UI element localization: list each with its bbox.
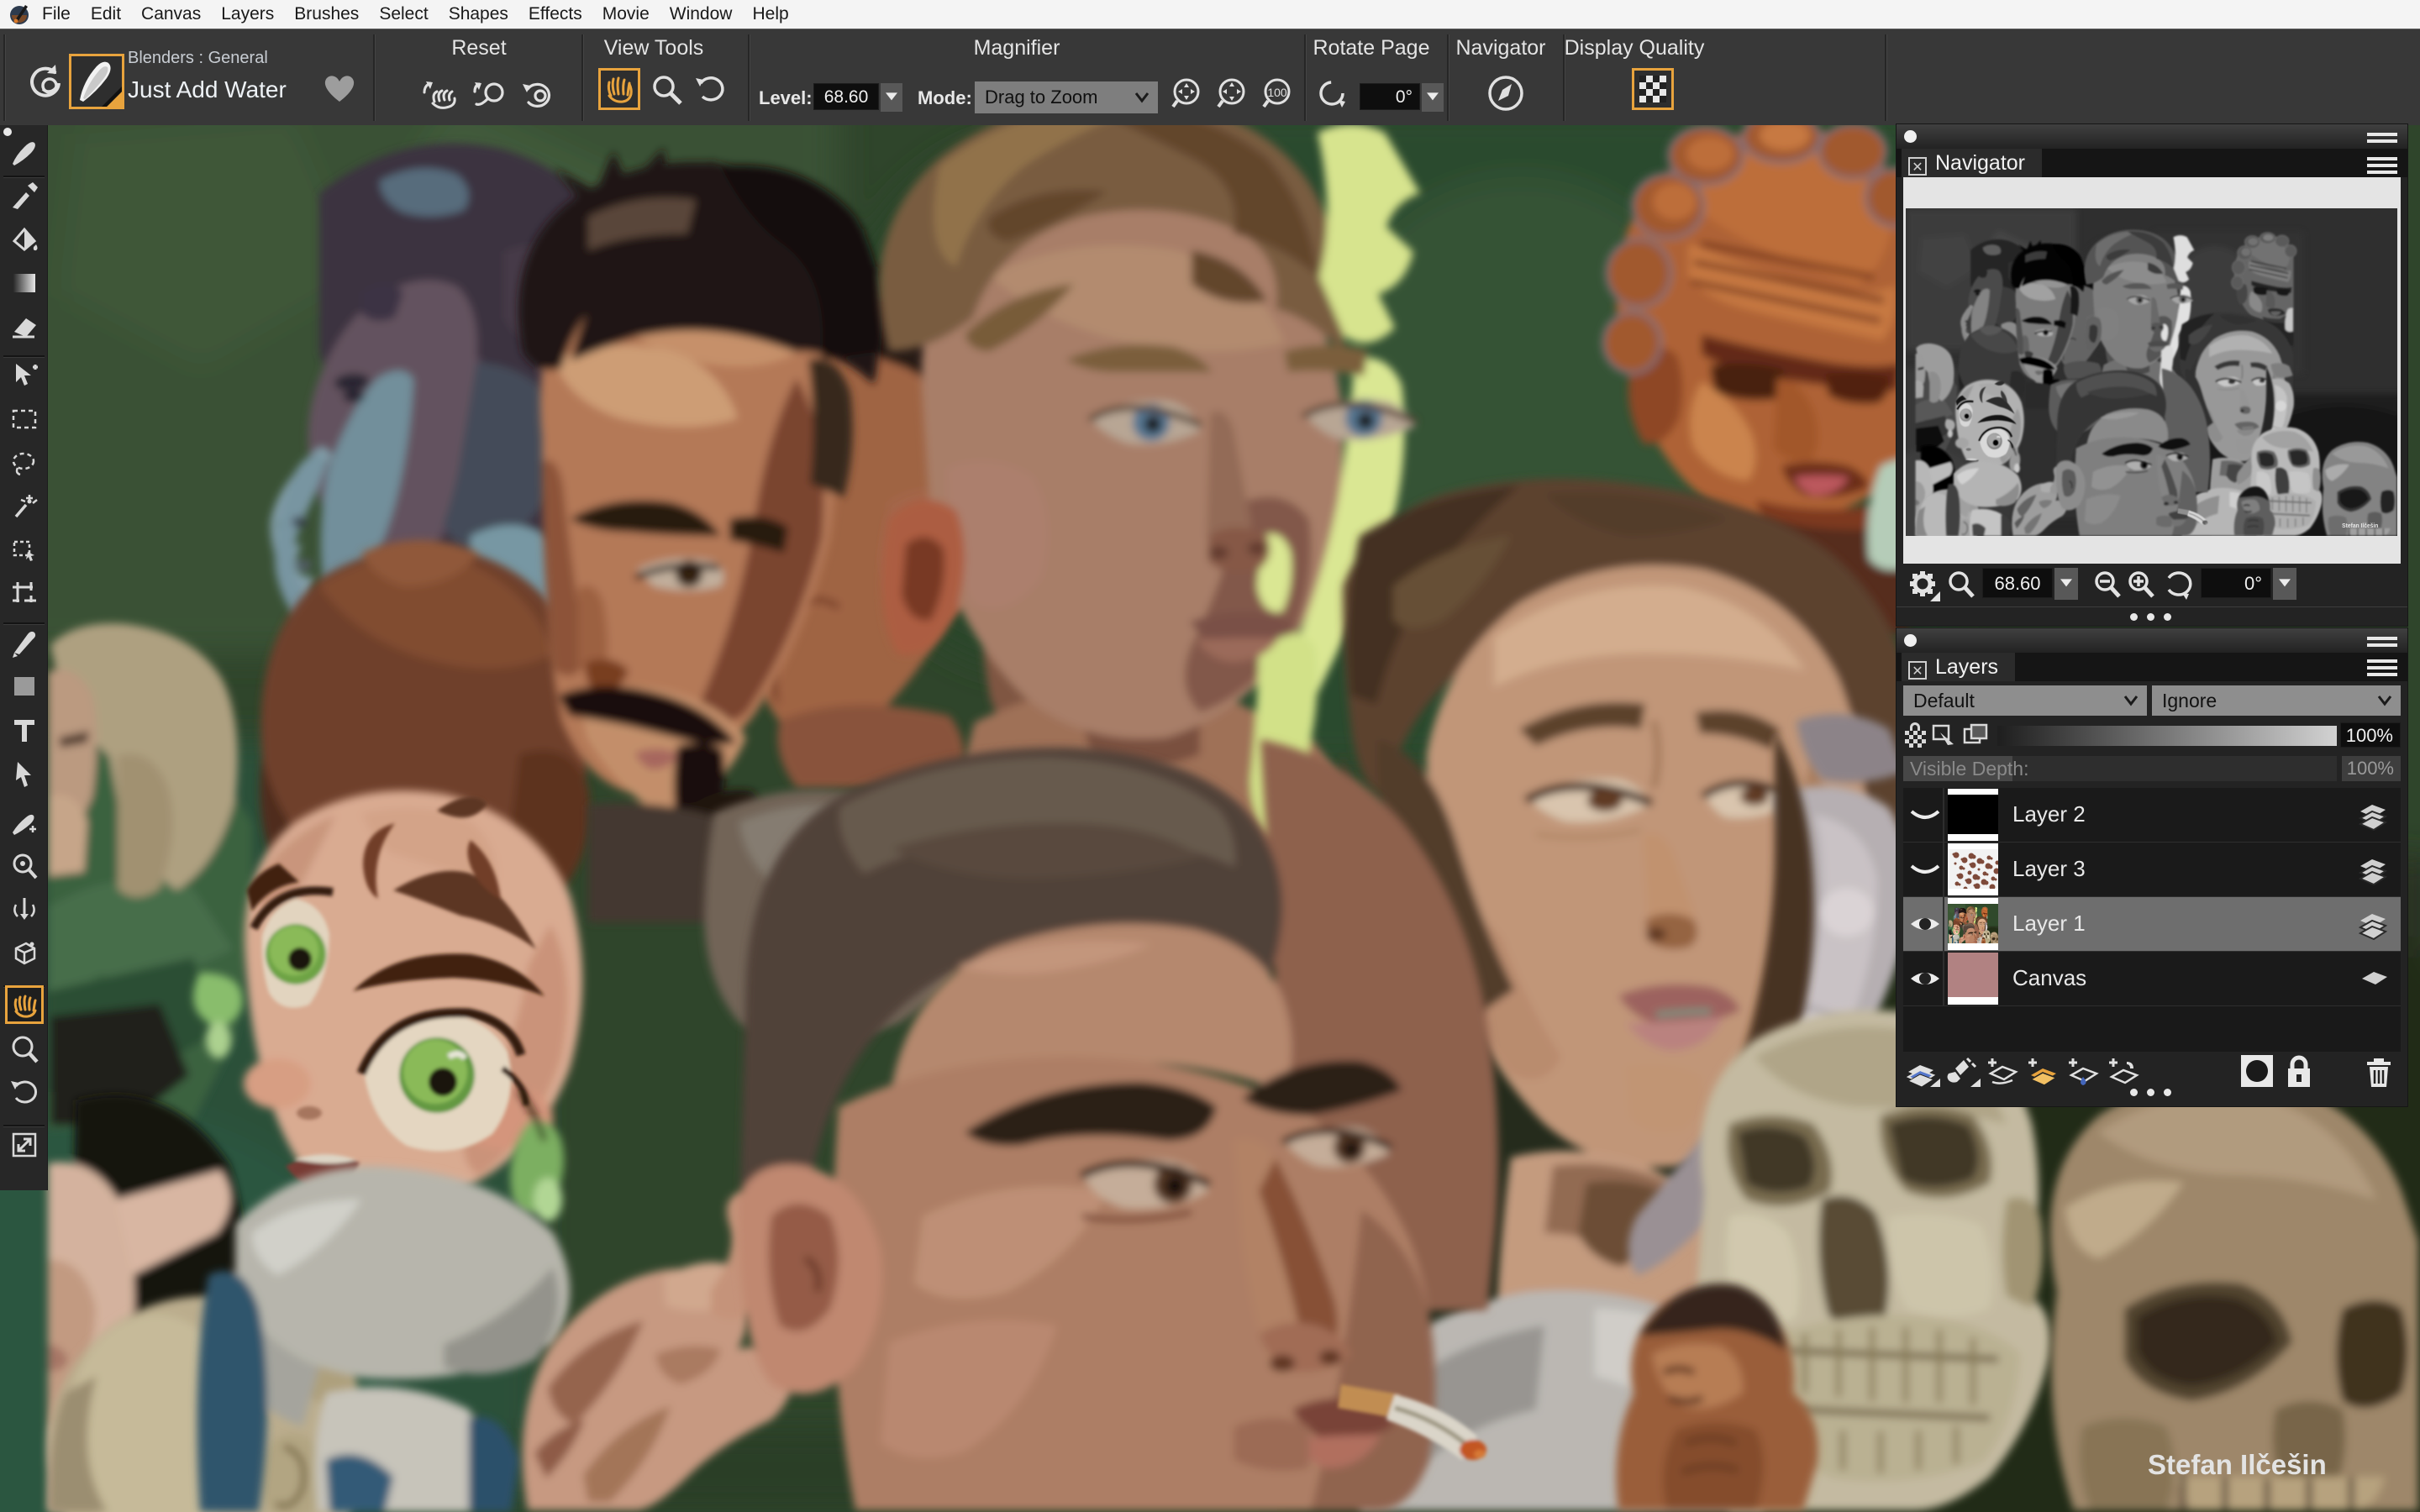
svg-text:100: 100 xyxy=(1267,86,1287,99)
